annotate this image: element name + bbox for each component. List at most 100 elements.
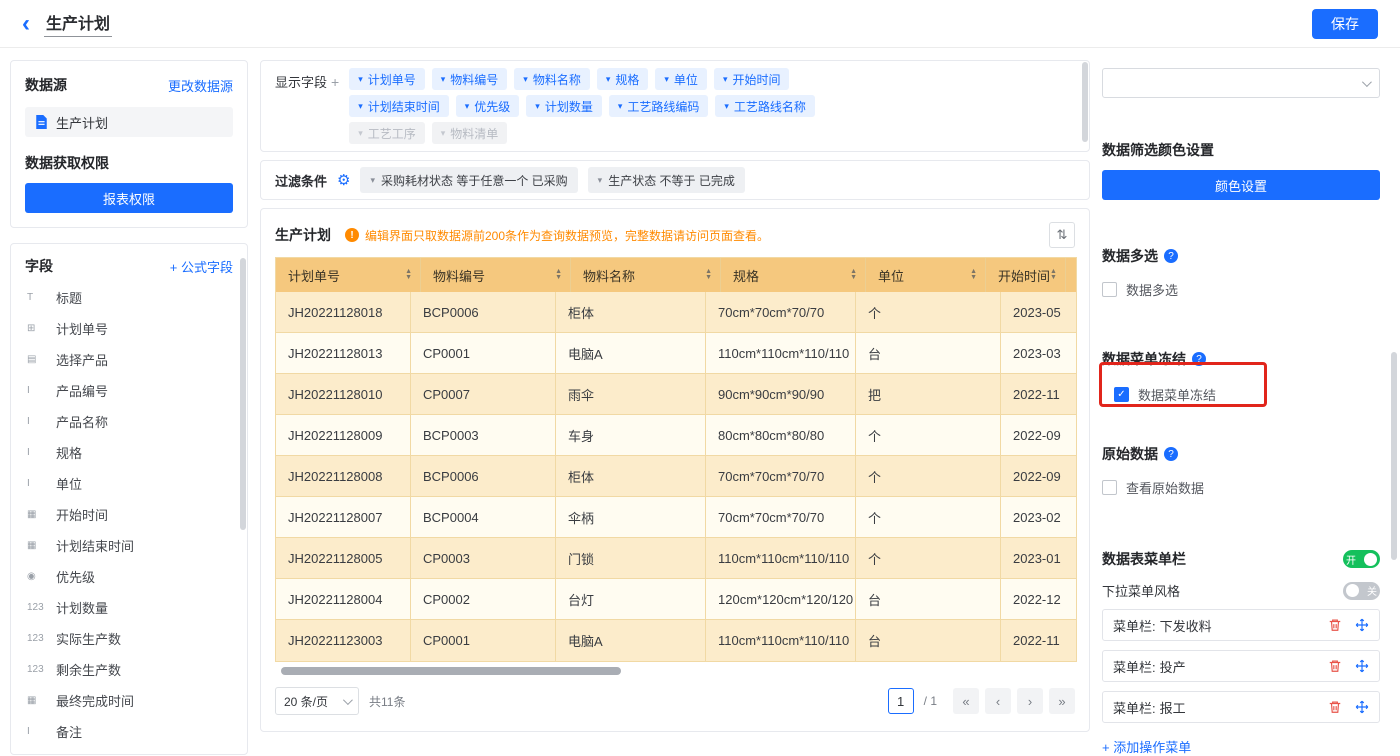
back-chevron-icon[interactable]: ‹: [22, 12, 30, 36]
help-question-icon[interactable]: ?: [1164, 249, 1178, 263]
pager-nav-button[interactable]: »: [1049, 688, 1075, 714]
table-header-cell[interactable]: 单位 ▲ ▼: [866, 258, 986, 292]
menubar-toggle[interactable]: 开: [1343, 550, 1380, 568]
cell-spec: 110cm*110cm*110/110: [706, 333, 856, 374]
table-header-cell[interactable]: 计划单号 ▲ ▼: [276, 258, 421, 292]
field-list-item[interactable]: ▦ 最终完成时间: [11, 685, 247, 716]
field-list-item[interactable]: I 产品编号: [11, 375, 247, 406]
display-fields-label: 显示字段+: [275, 68, 339, 144]
cell-start-time: 2022-12: [1001, 579, 1077, 620]
menu-item-row: 菜单栏: 报工: [1102, 691, 1380, 723]
display-field-chip-disabled[interactable]: ▾ 工艺工序: [349, 122, 425, 144]
rawdata-checkbox[interactable]: [1102, 480, 1117, 495]
column-sorter[interactable]: ▲ ▼: [405, 269, 412, 281]
settings-dropdown[interactable]: [1102, 68, 1380, 98]
display-field-chip[interactable]: ▾ 计划单号: [349, 68, 425, 90]
multiselect-checkbox[interactable]: [1102, 282, 1117, 297]
gear-icon[interactable]: ⚙: [337, 173, 350, 188]
field-list-item[interactable]: 123 实际生产数: [11, 623, 247, 654]
column-sorter[interactable]: ▲ ▼: [1050, 269, 1057, 281]
table-header-cell[interactable]: 规格 ▲ ▼: [721, 258, 866, 292]
cell-material-code: BCP0003: [411, 415, 556, 456]
display-field-chip[interactable]: ▾ 单位: [655, 68, 707, 90]
move-drag-icon[interactable]: [1354, 659, 1369, 674]
table-header-cell[interactable]: 物料编号 ▲ ▼: [421, 258, 571, 292]
table-row: JH20221128005 CP0003 门锁 110cm*110cm*110/…: [276, 538, 1077, 579]
field-list-item[interactable]: I 单位: [11, 468, 247, 499]
field-list-item[interactable]: I 规格: [11, 437, 247, 468]
save-button[interactable]: 保存: [1312, 9, 1378, 39]
field-list-item[interactable]: ▦ 计划结束时间: [11, 530, 247, 561]
move-drag-icon[interactable]: [1354, 618, 1369, 633]
column-sorter[interactable]: ▲ ▼: [555, 269, 562, 281]
fields-scrollbar-thumb[interactable]: [240, 258, 246, 530]
help-question-icon[interactable]: ?: [1192, 352, 1206, 366]
chip-row-2: ▾ 计划结束时间 ▾ 优先级 ▾ 计划数量 ▾ 工艺路线编码: [349, 95, 815, 117]
cell-start-time: 2022-11: [1001, 620, 1077, 661]
multiselect-checkbox-row[interactable]: 数据多选: [1102, 280, 1380, 299]
current-page-box[interactable]: 1: [888, 688, 914, 714]
field-list-item[interactable]: I 产品名称: [11, 406, 247, 437]
filter-chip[interactable]: ▾ 生产状态 不等于 已完成: [588, 167, 745, 193]
freeze-checkbox[interactable]: ✓: [1114, 387, 1129, 402]
datasource-item[interactable]: 生产计划: [25, 107, 233, 137]
field-list-item[interactable]: ▤ 选择产品: [11, 344, 247, 375]
field-list-item[interactable]: ◉ 优先级: [11, 561, 247, 592]
field-list-item[interactable]: ⊞ 计划单号: [11, 313, 247, 344]
table-hscrollbar-thumb[interactable]: [281, 667, 621, 675]
display-field-chip[interactable]: ▾ 工艺路线编码: [609, 95, 709, 117]
change-datasource-link[interactable]: 更改数据源: [168, 76, 233, 95]
field-list-item[interactable]: 123 剩余生产数: [11, 654, 247, 685]
display-field-chip[interactable]: ▾ 计划数量: [526, 95, 602, 117]
column-sorter[interactable]: ▲ ▼: [970, 269, 977, 281]
field-type-icon: ▦: [27, 695, 47, 706]
center-scrollbar-thumb[interactable]: [1082, 62, 1088, 142]
column-sorter[interactable]: ▲ ▼: [850, 269, 857, 281]
add-menu-link[interactable]: + 添加操作菜单: [1102, 737, 1380, 756]
field-list-item[interactable]: 123 计划数量: [11, 592, 247, 623]
chevron-down-icon: ▾: [370, 175, 375, 186]
delete-trash-icon[interactable]: [1327, 618, 1342, 633]
display-field-chip[interactable]: ▾ 物料编号: [432, 68, 508, 90]
color-settings-button[interactable]: 颜色设置: [1102, 170, 1380, 200]
field-list-item[interactable]: I 备注: [11, 716, 247, 747]
field-list-item[interactable]: T 标题: [11, 282, 247, 313]
sort-desc-icon: ▼: [970, 275, 977, 281]
pager-nav-button[interactable]: ›: [1017, 688, 1043, 714]
field-list-item[interactable]: ▦ 开始时间: [11, 499, 247, 530]
formula-field-link[interactable]: + 公式字段: [170, 257, 233, 276]
pager-nav: « ‹ › »: [947, 688, 1075, 714]
column-sorter[interactable]: ▲ ▼: [705, 269, 712, 281]
dropdown-style-toggle[interactable]: 关: [1343, 582, 1380, 600]
table-header-cell[interactable]: 开始时间 ▲ ▼: [986, 258, 1066, 292]
settings-panel: 数据筛选颜色设置 颜色设置 数据多选 ? 数据多选 数据菜单冻结 ? ✓ 数据菜…: [1102, 60, 1380, 755]
freeze-checkbox-row[interactable]: ✓ 数据菜单冻结: [1102, 385, 1380, 404]
rawdata-checkbox-row[interactable]: 查看原始数据: [1102, 478, 1380, 497]
display-field-chip[interactable]: ▾ 计划结束时间: [349, 95, 449, 117]
table-sort-button[interactable]: ⇅: [1049, 222, 1075, 248]
cell-material-name: 台灯: [556, 579, 706, 620]
add-display-field-icon[interactable]: +: [331, 74, 339, 90]
display-field-chip-disabled[interactable]: ▾ 物料清单: [432, 122, 508, 144]
move-drag-icon[interactable]: [1354, 700, 1369, 715]
display-field-chip[interactable]: ▾ 工艺路线名称: [715, 95, 815, 117]
table-body: JH20221128018 BCP0006 柜体 70cm*70cm*70/70…: [276, 292, 1076, 661]
display-field-chip[interactable]: ▾ 物料名称: [514, 68, 590, 90]
filter-chip[interactable]: ▾ 采购耗材状态 等于任意一个 已采购: [360, 167, 577, 193]
display-field-chip[interactable]: ▾ 优先级: [456, 95, 520, 117]
delete-trash-icon[interactable]: [1327, 659, 1342, 674]
help-question-icon[interactable]: ?: [1164, 447, 1178, 461]
display-field-chip[interactable]: ▾ 开始时间: [714, 68, 790, 90]
table-row: JH20221123003 CP0001 电脑A 110cm*110cm*110…: [276, 620, 1077, 661]
table-row: JH20221128007 BCP0004 伞柄 70cm*70cm*70/70…: [276, 497, 1077, 538]
pager-nav-button[interactable]: «: [953, 688, 979, 714]
pager-nav-button[interactable]: ‹: [985, 688, 1011, 714]
page-scrollbar-thumb[interactable]: [1391, 352, 1397, 560]
cell-unit: 台: [856, 620, 1001, 661]
field-label: 单位: [56, 474, 82, 493]
page-size-select[interactable]: 20 条/页: [275, 687, 359, 715]
table-header-cell[interactable]: 物料名称 ▲ ▼: [571, 258, 721, 292]
delete-trash-icon[interactable]: [1327, 700, 1342, 715]
report-permission-button[interactable]: 报表权限: [25, 183, 233, 213]
display-field-chip[interactable]: ▾ 规格: [597, 68, 649, 90]
